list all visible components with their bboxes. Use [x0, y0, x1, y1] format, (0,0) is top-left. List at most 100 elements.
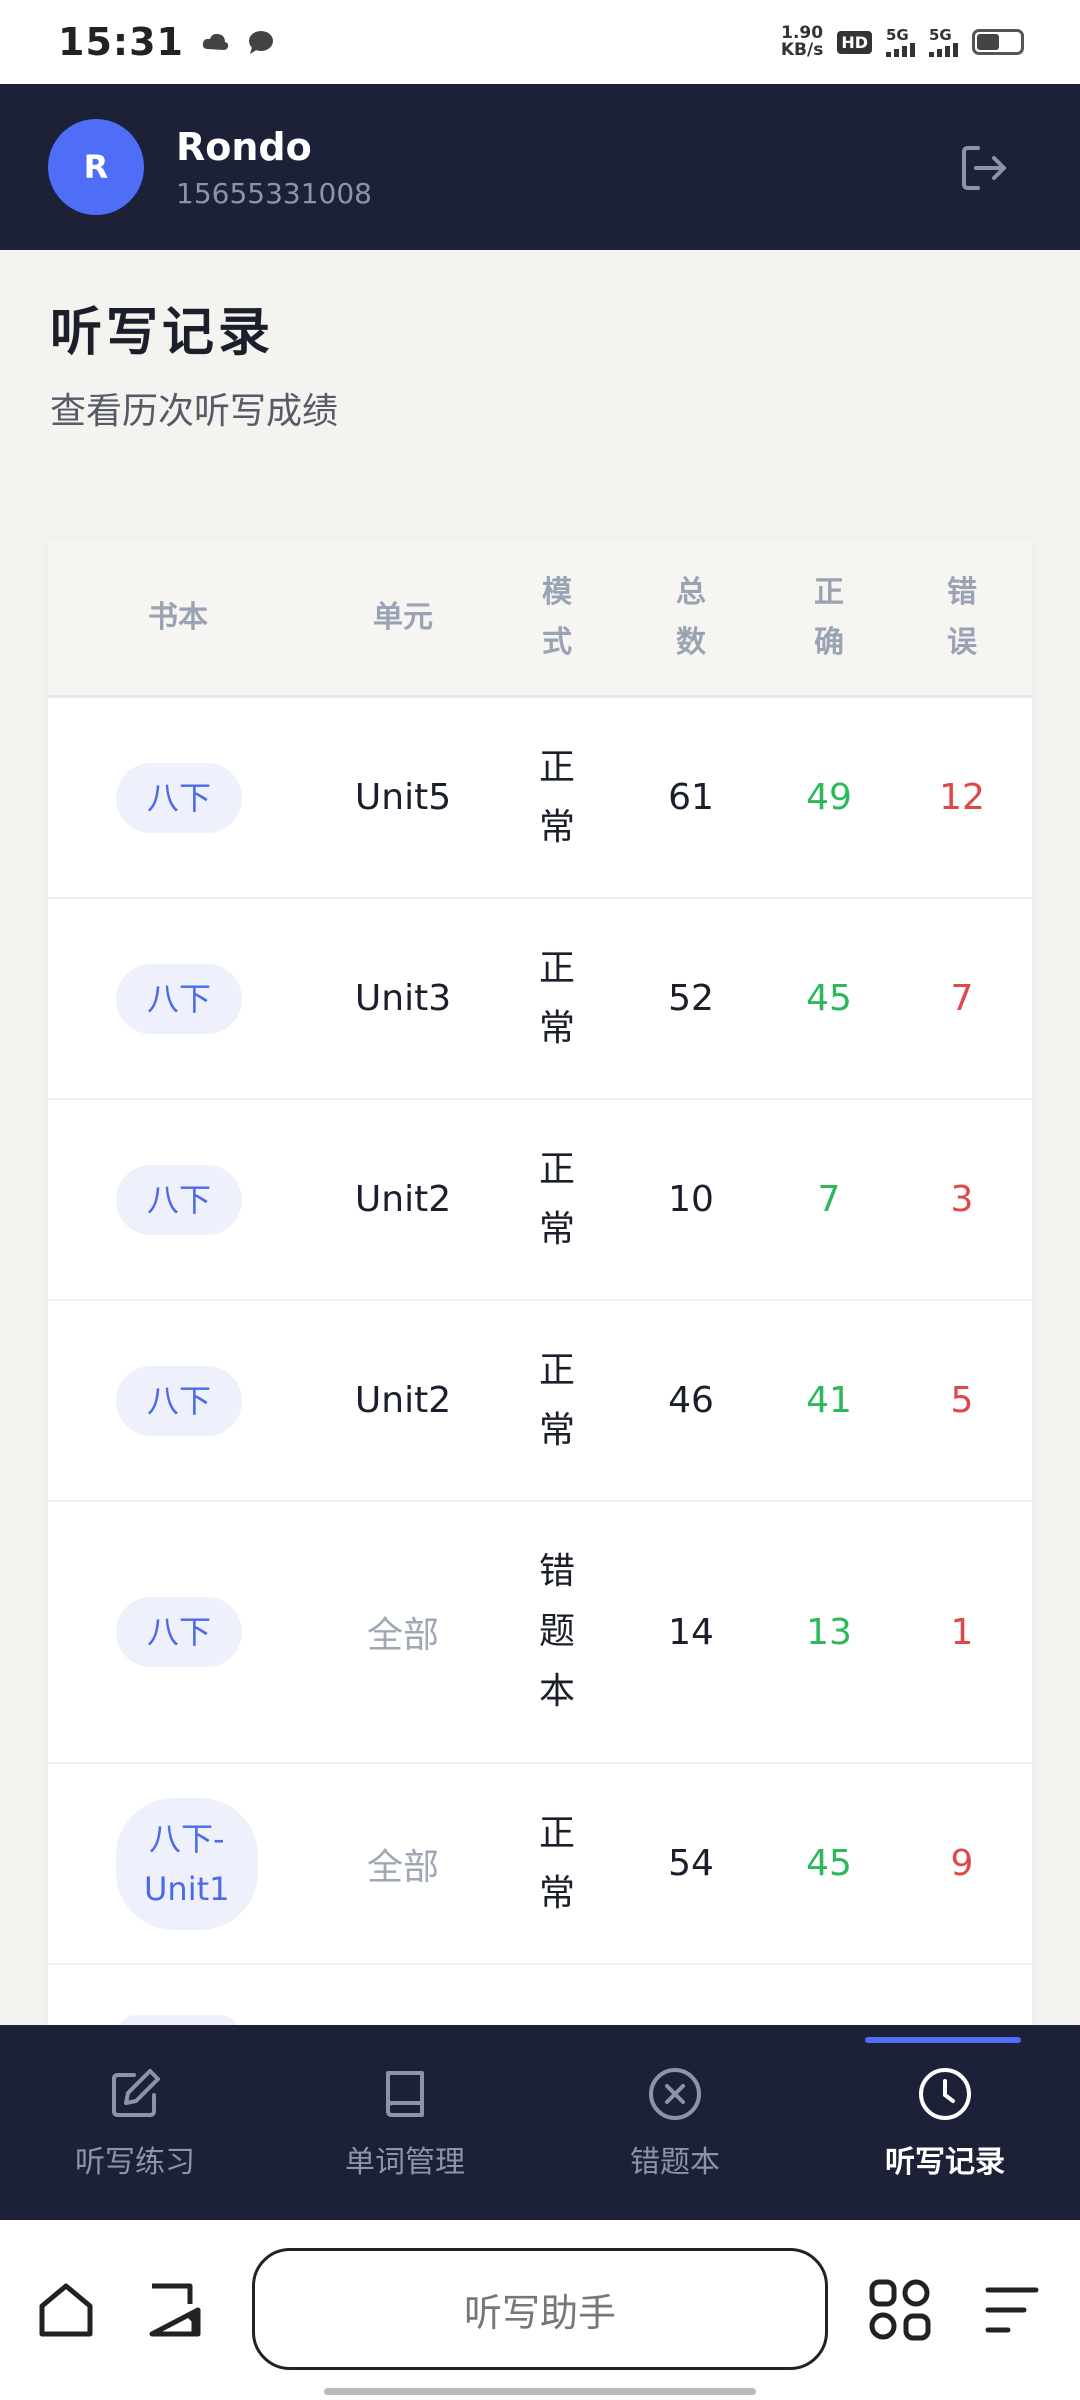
header-total-line2: 数 — [676, 624, 706, 660]
apps-grid-icon[interactable] — [868, 2278, 932, 2342]
book-cell: 八下 — [48, 963, 308, 1034]
page-title: 听写记录 — [50, 303, 275, 363]
clock-icon — [919, 2067, 971, 2120]
mode-line: 常 — [538, 1872, 575, 1914]
net-speed: 1.90 KB/s — [781, 25, 823, 59]
mode-line: 正 — [538, 746, 575, 788]
total-cell: 61 — [668, 777, 714, 818]
system-bar: 听写助手 — [0, 2220, 1080, 2400]
header-wrong: 错 误 — [892, 568, 1032, 668]
next-row-peek — [116, 2015, 240, 2025]
mode-line: 常 — [538, 1007, 575, 1049]
mode-line: 正 — [538, 1148, 575, 1190]
mode-cell: 正 常 — [498, 1341, 616, 1461]
status-time: 15:31 — [58, 20, 184, 64]
book-badge-line1: 八下- — [148, 1819, 225, 1858]
table-row[interactable]: 八下 Unit2 正 常 46 41 5 — [48, 1301, 1032, 1502]
header-correct: 正 确 — [766, 568, 892, 668]
mode-cell: 正 常 — [498, 939, 616, 1059]
sim2-label: 5G — [929, 25, 952, 44]
user-info: Rondo 15655331008 — [176, 125, 372, 210]
nav-word-management[interactable]: 单词管理 — [270, 2025, 540, 2220]
chat-icon — [248, 31, 273, 54]
app-header: R Rondo 15655331008 — [0, 84, 1080, 250]
wrong-cell: 12 — [939, 777, 985, 818]
records-table: 书本 单元 模 式 总 数 正 确 错 误 八下 Unit5 正 常 61 49… — [48, 540, 1032, 2025]
tabs-icon[interactable] — [146, 2280, 206, 2340]
book-badge: 八下- Unit1 — [116, 1797, 258, 1930]
mode-line: 正 — [538, 1349, 575, 1391]
cloud-icon — [202, 33, 229, 50]
mode-line: 本 — [538, 1671, 575, 1712]
unit-cell: Unit2 — [354, 1380, 452, 1421]
unit-cell: 全部 — [366, 1846, 439, 1888]
sim1-label: 5G — [886, 25, 909, 44]
header-total-line1: 总 — [676, 574, 706, 610]
active-tab-indicator — [865, 2037, 1021, 2043]
header-total: 总 数 — [616, 568, 766, 668]
table-row[interactable]: 八下 Unit3 正 常 52 45 7 — [48, 899, 1032, 1100]
total-cell: 54 — [668, 1843, 714, 1884]
header-unit: 单元 — [373, 599, 433, 635]
menu-icon[interactable] — [984, 2282, 1040, 2338]
mode-cell: 正 常 — [498, 1140, 616, 1260]
unit-cell: Unit2 — [354, 1179, 452, 1220]
correct-cell: 49 — [806, 777, 852, 818]
wrong-cell: 7 — [950, 978, 974, 1019]
mode-line: 常 — [538, 806, 575, 848]
close-circle-icon — [649, 2067, 701, 2120]
page-subtitle: 查看历次听写成绩 — [50, 391, 339, 432]
mode-cell: 正 常 — [498, 738, 616, 858]
header-mode: 模 式 — [498, 568, 616, 668]
mode-cell: 错 题 本 — [498, 1542, 616, 1722]
wrong-cell: 1 — [950, 1611, 974, 1653]
home-indicator — [324, 2388, 756, 2395]
hd-badge: HD — [837, 30, 872, 54]
sim2-signal-icon: 5G — [929, 25, 958, 57]
sim1-signal-icon: 5G — [886, 25, 915, 57]
total-cell: 10 — [668, 1179, 714, 1220]
nav-label: 听写练习 — [75, 2144, 195, 2180]
book-badge-line2: Unit1 — [144, 1869, 230, 1908]
home-icon[interactable] — [36, 2280, 96, 2340]
status-bar: 15:31 1.90 KB/s HD 5G 5G — [0, 0, 1080, 84]
app-search-bar[interactable]: 听写助手 — [252, 2248, 828, 2370]
mode-line: 常 — [538, 1208, 575, 1250]
correct-cell: 7 — [817, 1179, 841, 1220]
correct-cell: 45 — [806, 1843, 852, 1884]
correct-cell: 13 — [806, 1611, 852, 1653]
table-row[interactable]: 八下- Unit1 全部 正 常 54 45 9 — [48, 1764, 1032, 1965]
header-mode-line1: 模 — [542, 574, 572, 610]
book-cell: 八下- Unit1 — [48, 1797, 308, 1930]
status-left: 15:31 — [58, 20, 276, 64]
battery-icon — [972, 29, 1024, 55]
table-row[interactable]: 八下 Unit5 正 常 61 49 12 — [48, 698, 1032, 899]
mode-line: 正 — [538, 947, 575, 989]
mode-line: 常 — [538, 1409, 575, 1451]
avatar: R — [48, 119, 144, 215]
unit-cell: Unit3 — [354, 978, 452, 1019]
header-correct-line2: 确 — [814, 624, 844, 660]
mode-cell: 正 常 — [498, 1804, 616, 1924]
user-phone: 15655331008 — [176, 176, 372, 210]
header-mode-line2: 式 — [542, 624, 572, 660]
signal-bars — [886, 42, 915, 57]
bottom-nav: 听写练习 单词管理 错题本 听写记录 — [0, 2025, 1080, 2220]
nav-dictation-practice[interactable]: 听写练习 — [0, 2025, 270, 2220]
header-book: 书本 — [148, 599, 208, 635]
book-badge: 八下 — [116, 963, 243, 1034]
table-row[interactable]: 八下 全部 错 题 本 14 13 1 — [48, 1502, 1032, 1764]
logout-icon[interactable] — [956, 140, 1012, 196]
nav-mistake-book[interactable]: 错题本 — [540, 2025, 810, 2220]
total-cell: 14 — [668, 1611, 714, 1653]
book-badge: 八下 — [116, 1164, 243, 1235]
unit-cell: 全部 — [366, 1615, 439, 1656]
table-row[interactable]: 八下 Unit2 正 常 10 7 3 — [48, 1100, 1032, 1301]
unit-cell: Unit5 — [354, 777, 452, 818]
edit-icon — [112, 2068, 160, 2117]
book-cell: 八下 — [48, 762, 308, 833]
nav-label: 错题本 — [630, 2144, 720, 2180]
wrong-cell: 5 — [950, 1380, 974, 1421]
book-badge: 八下 — [116, 762, 243, 833]
nav-dictation-records[interactable]: 听写记录 — [810, 2025, 1080, 2220]
